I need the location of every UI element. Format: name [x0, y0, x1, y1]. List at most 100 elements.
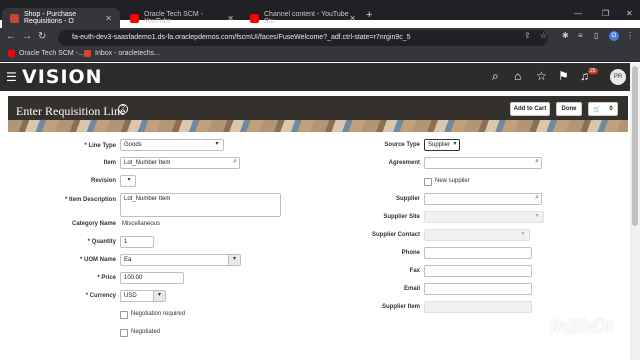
- new-supplier-checkbox[interactable]: [424, 178, 432, 186]
- item-description-value: Lot_Number Item: [124, 196, 171, 202]
- youtube-icon: [8, 50, 15, 57]
- add-to-cart-button[interactable]: Add to Cart: [510, 102, 550, 116]
- item-description-label: * Item Description: [64, 197, 116, 203]
- url-text: fa-euth-dev3-saasfademo1.ds-fa.oraclepde…: [72, 34, 411, 41]
- source-type-label: Source Type: [384, 142, 420, 148]
- revision-select[interactable]: ▾: [120, 175, 136, 187]
- currency-label: * Currency: [85, 293, 116, 299]
- line-type-value: Goods: [124, 142, 142, 148]
- favorites-star-icon[interactable]: ☆: [536, 69, 547, 83]
- supplier-contact-select: ▾: [424, 229, 530, 241]
- agreement-label: Agreement: [388, 160, 420, 166]
- youtube-favicon-icon: [130, 13, 139, 23]
- phone-label: Phone: [401, 250, 420, 256]
- forward-icon[interactable]: →: [22, 31, 32, 42]
- search-icon[interactable]: ⌕: [535, 158, 539, 166]
- tab-label: Oracle Tech SCM - YouTube: [144, 11, 203, 25]
- scrollbar-thumb[interactable]: [632, 66, 638, 226]
- uom-name-value: Ea: [124, 257, 132, 263]
- chevron-down-icon: ▾: [453, 141, 457, 147]
- watchlist-flag-icon[interactable]: ⚑: [558, 69, 569, 83]
- tab-oracle-tech-scm[interactable]: Oracle Tech SCM - YouTube ✕: [122, 8, 242, 28]
- supplier-item-label: Supplier Item: [381, 304, 420, 310]
- tab-channel-content[interactable]: Channel content - YouTube Stu ✕: [242, 8, 364, 28]
- fax-input[interactable]: [424, 265, 532, 277]
- price-label: * Price: [97, 275, 116, 281]
- extensions-icon[interactable]: ✱: [562, 31, 569, 40]
- close-icon[interactable]: ✕: [227, 14, 234, 23]
- youtube-studio-favicon-icon: [250, 13, 259, 23]
- reload-icon[interactable]: ↻: [38, 31, 46, 42]
- price-value: 100.00: [124, 275, 143, 281]
- uom-name-select[interactable]: Ea ▾: [120, 254, 241, 266]
- negotiated-checkbox[interactable]: [120, 329, 128, 337]
- currency-select[interactable]: USD ▾: [120, 290, 166, 302]
- decorative-pattern: [8, 120, 628, 132]
- quantity-value: 1: [124, 239, 128, 245]
- tab-label: Channel content - YouTube Stu: [264, 11, 349, 25]
- negotiated-label: Negotiated: [131, 329, 161, 335]
- item-value: Lot_Number Item: [124, 160, 171, 166]
- media-icon[interactable]: ≡: [578, 31, 583, 40]
- close-icon[interactable]: ✕: [105, 14, 112, 23]
- minimize-icon[interactable]: —: [574, 9, 582, 18]
- bookmark-label: Oracle Tech SCM -...: [19, 50, 84, 57]
- fax-label: Fax: [409, 268, 420, 274]
- quantity-label: * Quantity: [87, 239, 116, 245]
- navigator-menu-icon[interactable]: ☰: [6, 70, 17, 84]
- new-tab-icon[interactable]: +: [366, 9, 372, 21]
- oracle-favicon-icon: [10, 13, 19, 23]
- category-name-value: Miscellaneous: [122, 221, 161, 227]
- sidepanel-icon[interactable]: ▯: [594, 31, 598, 40]
- cart-count: 0: [609, 106, 613, 112]
- chevron-down-icon: ▾: [153, 291, 165, 301]
- supplier-site-label: Supplier Site: [383, 214, 420, 220]
- gmail-icon: [84, 50, 91, 57]
- maximize-icon[interactable]: ❐: [602, 9, 609, 18]
- item-input[interactable]: Lot_Number Item ⌕: [120, 157, 240, 169]
- done-button[interactable]: Done: [556, 102, 582, 116]
- close-icon[interactable]: ✕: [349, 14, 356, 23]
- supplier-label: Supplier: [395, 196, 420, 202]
- search-icon[interactable]: ⌕: [492, 69, 499, 84]
- item-label: Item: [103, 160, 116, 166]
- item-description-textarea[interactable]: Lot_Number Item: [120, 193, 281, 217]
- share-icon[interactable]: ⇪: [524, 31, 531, 40]
- tab-label: Shop - Purchase Requisitions - O: [24, 11, 77, 25]
- email-label: Email: [403, 286, 420, 292]
- more-menu-icon[interactable]: ⋮: [626, 31, 634, 40]
- shopping-cart-button[interactable]: 🛒 0: [588, 102, 618, 116]
- chevron-down-icon: ▾: [127, 177, 131, 183]
- supplier-item-input: [424, 301, 532, 313]
- avatar[interactable]: PR: [610, 69, 626, 85]
- negotiation-required-checkbox[interactable]: [120, 311, 128, 319]
- price-input[interactable]: 100.00: [120, 272, 184, 284]
- phone-input[interactable]: [424, 247, 532, 259]
- chevron-down-icon: ▾: [215, 141, 219, 147]
- profile-icon[interactable]: O: [609, 31, 619, 41]
- chevron-down-icon: ▾: [228, 255, 240, 265]
- notification-count-badge: 25: [588, 68, 598, 74]
- tab-purchase-requisitions[interactable]: Shop - Purchase Requisitions - O ✕: [2, 8, 120, 28]
- email-input[interactable]: [424, 283, 532, 295]
- supplier-site-select: ▾: [424, 211, 544, 223]
- bookmark-inbox[interactable]: Inbox - oracletechs...: [84, 50, 160, 57]
- chevron-down-icon: ▾: [535, 213, 539, 219]
- bookmark-oracle-tech-scm[interactable]: Oracle Tech SCM -...: [8, 50, 84, 57]
- home-icon[interactable]: ⌂: [514, 69, 521, 83]
- vision-logo[interactable]: VISION: [22, 66, 103, 88]
- help-icon[interactable]: ?: [118, 104, 128, 114]
- quantity-input[interactable]: 1: [120, 236, 154, 248]
- search-icon[interactable]: ⌕: [233, 158, 237, 166]
- search-icon[interactable]: ⌕: [535, 194, 539, 202]
- close-window-icon[interactable]: ✕: [626, 9, 633, 18]
- bookmark-label: Inbox - oracletechs...: [95, 50, 160, 57]
- line-type-select[interactable]: Goods ▾: [120, 139, 224, 151]
- bookmark-star-icon[interactable]: ☆: [540, 31, 547, 40]
- supplier-input[interactable]: ⌕: [424, 193, 542, 205]
- revision-label: Revision: [90, 178, 116, 184]
- supplier-contact-label: Supplier Contact: [371, 232, 420, 238]
- agreement-input[interactable]: ⌕: [424, 157, 542, 169]
- back-icon[interactable]: ←: [6, 31, 16, 42]
- source-type-select[interactable]: Supplier ▾: [424, 139, 460, 151]
